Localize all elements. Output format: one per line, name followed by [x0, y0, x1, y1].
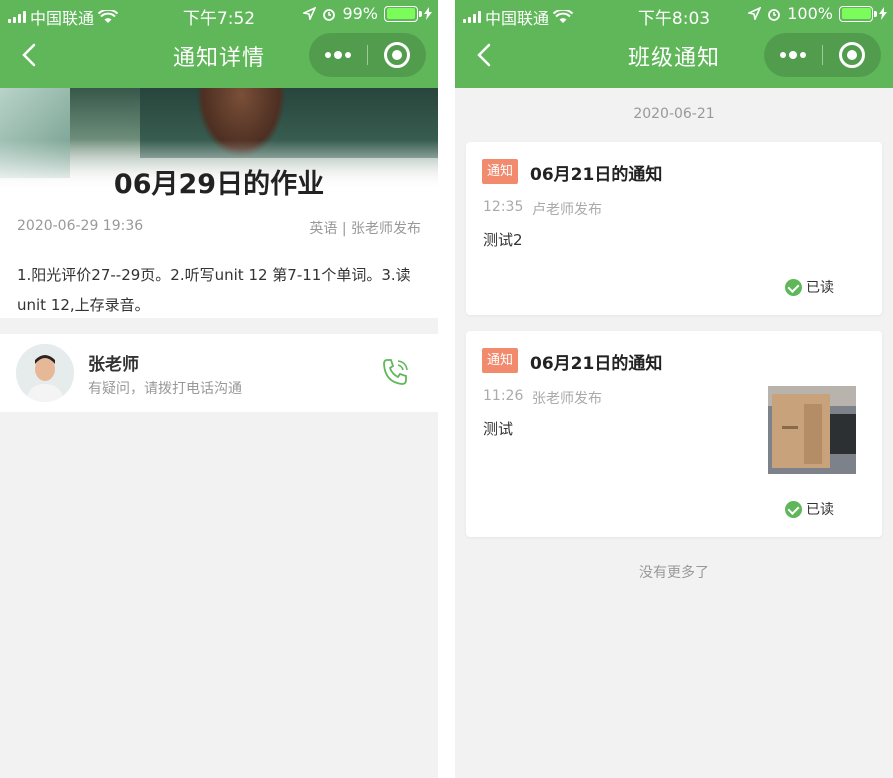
notice-title: 06月29日的作业	[113, 169, 325, 200]
no-more-label: 没有更多了	[639, 565, 709, 581]
notice-thumbnail[interactable]	[768, 386, 856, 474]
nav-bar: 班级通知	[455, 28, 893, 82]
notice-meta: 2020-06-29 19:36 英语 | 张老师发布	[17, 218, 421, 238]
notice-tag: 通知	[482, 159, 518, 184]
battery-icon	[384, 5, 422, 22]
notice-tag: 通知	[482, 348, 518, 373]
status-bar: 中国联通 下午8:03 100%	[455, 0, 893, 29]
read-status: 已读	[785, 277, 834, 297]
class-notice-screen: 中国联通 下午8:03 100% 班级通知 2020-06-21 通知 06月2…	[455, 0, 893, 778]
battery-percent: 100%	[787, 4, 833, 23]
notice-time: 12:35	[483, 199, 524, 215]
location-icon	[303, 7, 317, 20]
charging-icon	[879, 7, 887, 20]
check-circle-icon	[785, 500, 802, 518]
notice-card[interactable]: 通知 06月21日的通知 11:26 张老师发布 测试 已读	[466, 331, 882, 537]
notice-body: 测试	[483, 420, 514, 438]
notice-content: 1.阳光评价27--29页。2.听写unit 12 第7-11个单词。3.读un…	[17, 266, 411, 314]
read-label: 已读	[806, 502, 834, 518]
menu-capsule	[309, 33, 426, 77]
notice-card[interactable]: 通知 06月21日的通知 12:35 卢老师发布 测试2 已读	[466, 142, 882, 315]
battery-percent: 99%	[342, 4, 378, 23]
location-icon	[748, 7, 762, 20]
phone-icon[interactable]	[380, 356, 412, 388]
close-target-icon[interactable]	[839, 42, 865, 68]
notice-publisher: 卢老师发布	[532, 202, 602, 218]
notice-detail-screen: 中国联通 下午7:52 99% 通知详情 06月29日的作业 2020-06-2…	[0, 0, 438, 778]
notice-publisher: 英语 | 张老师发布	[309, 221, 421, 237]
contact-hint: 有疑问，请拨打电话沟通	[88, 381, 242, 397]
more-dots-icon[interactable]	[309, 33, 367, 77]
alarm-icon	[323, 8, 336, 21]
capsule-divider	[367, 45, 368, 65]
notice-body: 测试2	[483, 231, 523, 249]
date-header: 2020-06-21	[633, 106, 715, 122]
teacher-name: 张老师	[88, 355, 139, 375]
alarm-icon	[768, 8, 781, 21]
notice-time: 11:26	[483, 388, 524, 404]
notice-title: 06月21日的通知	[530, 165, 663, 185]
charging-icon	[424, 7, 432, 20]
battery-icon	[839, 5, 877, 22]
more-dots-icon[interactable]	[764, 33, 822, 77]
notice-title: 06月21日的通知	[530, 354, 663, 374]
check-circle-icon	[785, 278, 802, 296]
top-bar: 中国联通 下午7:52 99% 通知详情	[0, 0, 438, 88]
status-right: 100%	[748, 4, 887, 23]
top-bar: 中国联通 下午8:03 100% 班级通知	[455, 0, 893, 88]
menu-capsule	[764, 33, 881, 77]
notice-publisher: 张老师发布	[532, 391, 602, 407]
status-right: 99%	[303, 4, 432, 23]
teacher-contact[interactable]: 张老师 有疑问，请拨打电话沟通	[0, 334, 438, 412]
notice-date: 2020-06-29 19:36	[17, 218, 144, 234]
nav-bar: 通知详情	[0, 28, 438, 82]
status-bar: 中国联通 下午7:52 99%	[0, 0, 438, 29]
close-target-icon[interactable]	[384, 42, 410, 68]
read-status: 已读	[785, 499, 834, 519]
capsule-divider	[822, 45, 823, 65]
avatar	[16, 344, 74, 402]
read-label: 已读	[806, 280, 834, 296]
